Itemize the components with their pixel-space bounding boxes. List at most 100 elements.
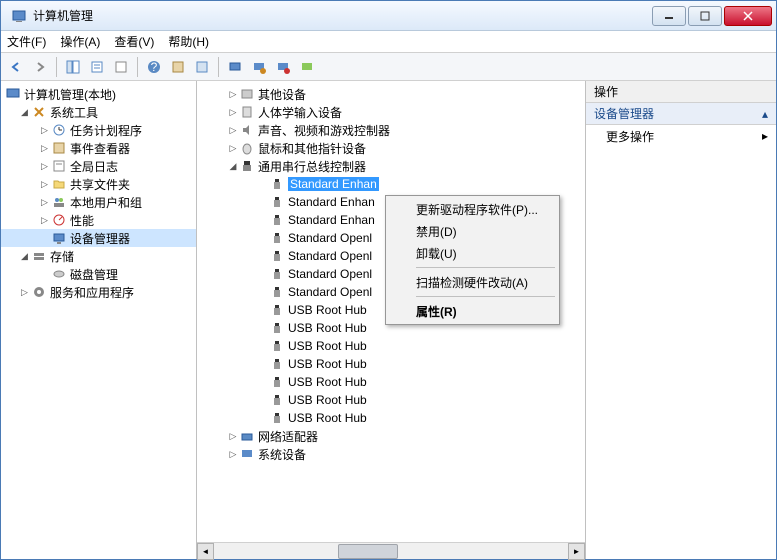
device-category-usb[interactable]: ◢通用串行总线控制器 — [197, 157, 585, 175]
tree-label: 存储 — [50, 248, 74, 265]
expand-arrow-icon[interactable]: ▷ — [41, 197, 51, 208]
usb-device-item[interactable]: USB Root Hub — [197, 337, 585, 355]
menu-view[interactable]: 查看(V) — [114, 33, 154, 50]
ctx-update-driver[interactable]: 更新驱动程序软件(P)... — [388, 198, 557, 220]
toolbar-button[interactable] — [167, 56, 189, 78]
close-button[interactable] — [724, 6, 772, 26]
tree-label: 事件查看器 — [70, 140, 130, 157]
uninstall-button[interactable] — [272, 56, 294, 78]
tree-device-manager[interactable]: 设备管理器 — [1, 229, 196, 247]
usb-device-item[interactable]: USB Root Hub — [197, 373, 585, 391]
tree-disk-mgmt[interactable]: 磁盘管理 — [1, 265, 196, 283]
toolbar-button[interactable] — [191, 56, 213, 78]
properties-button[interactable] — [86, 56, 108, 78]
menu-help[interactable]: 帮助(H) — [168, 33, 209, 50]
actions-section[interactable]: 设备管理器 ▴ — [586, 103, 776, 125]
tree-services[interactable]: ▷ 服务和应用程序 — [1, 283, 196, 301]
update-button[interactable] — [248, 56, 270, 78]
expand-arrow-icon[interactable]: ▷ — [41, 143, 51, 154]
expand-arrow-icon[interactable]: ▷ — [227, 107, 239, 118]
usb-device-item[interactable]: USB Root Hub — [197, 391, 585, 409]
expand-arrow-icon[interactable]: ▷ — [41, 179, 51, 190]
device-icon — [239, 86, 255, 102]
expand-arrow-icon[interactable]: ▷ — [227, 431, 239, 442]
expand-arrow-icon[interactable]: ▷ — [227, 449, 239, 460]
usb-device-item[interactable]: Standard Enhan — [197, 175, 585, 193]
expand-arrow-icon[interactable]: ▷ — [41, 161, 51, 172]
ctx-properties[interactable]: 属性(R) — [388, 300, 557, 322]
minimize-button[interactable] — [652, 6, 686, 26]
menu-file[interactable]: 文件(F) — [7, 33, 46, 50]
tree-label: 设备管理器 — [70, 230, 130, 247]
device-label: Standard Enhan — [288, 177, 379, 191]
category-label: 网络适配器 — [258, 428, 318, 445]
ctx-uninstall[interactable]: 卸载(U) — [388, 242, 557, 264]
expand-arrow-icon[interactable]: ▷ — [21, 287, 31, 298]
usb-plug-icon — [269, 194, 285, 210]
device-label: USB Root Hub — [288, 339, 367, 353]
expand-arrow-icon[interactable]: ▷ — [41, 215, 51, 226]
device-category[interactable]: ▷声音、视频和游戏控制器 — [197, 121, 585, 139]
tree-local-users[interactable]: ▷ 本地用户和组 — [1, 193, 196, 211]
tree-root[interactable]: 计算机管理(本地) — [1, 85, 196, 103]
usb-device-item[interactable]: USB Root Hub — [197, 409, 585, 427]
device-label: USB Root Hub — [288, 393, 367, 407]
menu-separator — [416, 267, 555, 268]
services-icon — [31, 284, 47, 300]
tree-system-tools[interactable]: ◢ 系统工具 — [1, 103, 196, 121]
scroll-thumb[interactable] — [338, 544, 398, 559]
export-button[interactable] — [110, 56, 132, 78]
left-tree-pane[interactable]: 计算机管理(本地) ◢ 系统工具 ▷ 任务计划程序 ▷ 事件查看器 ▷ 全局日志 — [1, 81, 197, 559]
usb-plug-icon — [269, 320, 285, 336]
collapse-arrow-icon[interactable]: ◢ — [21, 251, 31, 262]
usb-device-item[interactable]: USB Root Hub — [197, 355, 585, 373]
actions-header: 操作 — [586, 81, 776, 103]
back-button[interactable] — [5, 56, 27, 78]
scroll-right-button[interactable]: ► — [568, 543, 585, 560]
ctx-disable[interactable]: 禁用(D) — [388, 220, 557, 242]
tree-label: 本地用户和组 — [70, 194, 142, 211]
device-category[interactable]: ▷鼠标和其他指针设备 — [197, 139, 585, 157]
app-icon — [11, 8, 27, 24]
tree-label: 系统工具 — [50, 104, 98, 121]
device-category[interactable]: ▷其他设备 — [197, 85, 585, 103]
tree-shared-folders[interactable]: ▷ 共享文件夹 — [1, 175, 196, 193]
tree-task-scheduler[interactable]: ▷ 任务计划程序 — [1, 121, 196, 139]
tree-view-button[interactable] — [62, 56, 84, 78]
horizontal-scrollbar[interactable]: ◄ ► — [197, 542, 585, 559]
expand-arrow-icon[interactable]: ▷ — [227, 125, 239, 136]
scroll-left-button[interactable]: ◄ — [197, 543, 214, 560]
ctx-scan-hardware[interactable]: 扫描检测硬件改动(A) — [388, 271, 557, 293]
more-actions[interactable]: 更多操作 ▸ — [586, 125, 776, 147]
scan-button[interactable] — [224, 56, 246, 78]
device-label: Standard Enhan — [288, 213, 375, 227]
tree-event-viewer[interactable]: ▷ 事件查看器 — [1, 139, 196, 157]
device-label: Standard Openl — [288, 285, 372, 299]
usb-plug-icon — [269, 248, 285, 264]
device-category[interactable]: ▷ 网络适配器 — [197, 427, 585, 445]
forward-button[interactable] — [29, 56, 51, 78]
expand-arrow-icon[interactable]: ▷ — [41, 125, 51, 136]
context-menu: 更新驱动程序软件(P)... 禁用(D) 卸载(U) 扫描检测硬件改动(A) 属… — [385, 195, 560, 325]
expand-arrow-icon[interactable]: ▷ — [227, 89, 239, 100]
computer-icon — [5, 86, 21, 102]
menubar: 文件(F) 操作(A) 查看(V) 帮助(H) — [1, 31, 776, 53]
collapse-arrow-icon[interactable]: ◢ — [21, 107, 31, 118]
device-category[interactable]: ▷系统设备 — [197, 445, 585, 463]
device-label: USB Root Hub — [288, 375, 367, 389]
tree-performance[interactable]: ▷ 性能 — [1, 211, 196, 229]
tree-label: 计算机管理(本地) — [24, 86, 116, 103]
menu-action[interactable]: 操作(A) — [60, 33, 100, 50]
expand-arrow-icon[interactable]: ▷ — [227, 143, 239, 154]
device-category[interactable]: ▷ 人体学输入设备 — [197, 103, 585, 121]
usb-plug-icon — [269, 212, 285, 228]
help-button[interactable]: ? — [143, 56, 165, 78]
maximize-button[interactable] — [688, 6, 722, 26]
collapse-arrow-icon[interactable]: ◢ — [227, 161, 239, 172]
tree-global-log[interactable]: ▷ 全局日志 — [1, 157, 196, 175]
scroll-track[interactable] — [214, 543, 568, 560]
toolbar-separator — [56, 57, 57, 77]
category-label: 人体学输入设备 — [258, 104, 342, 121]
toolbar-button[interactable] — [296, 56, 318, 78]
tree-storage[interactable]: ◢ 存储 — [1, 247, 196, 265]
